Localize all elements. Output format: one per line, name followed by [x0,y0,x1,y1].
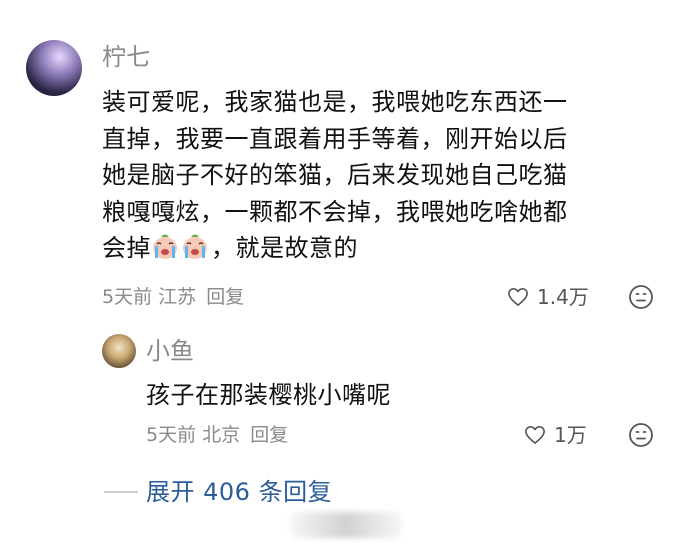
reply-time: 5天前 [146,424,197,446]
comment-line-suffix: ，就是故意的 [211,234,358,262]
reply-reply-button[interactable]: 回复 [250,424,288,446]
crying-face-emoji-icon [153,234,177,259]
crying-face-emoji-icon [183,234,207,259]
expand-replies-label: 展开 406 条回复 [146,478,333,506]
comment-location: 江苏 [158,286,197,308]
reply-like-button[interactable]: 1万 [524,423,587,447]
comment-line-last: 会掉 ，就是故意的 [102,230,662,267]
comment-line: 装可爱呢，我家猫也是，我喂她吃东西还一 [102,88,568,116]
emoji-reaction-icon[interactable] [628,284,654,310]
like-button[interactable]: 1.4万 [507,285,589,309]
avatar[interactable] [26,40,82,96]
reply-button[interactable]: 回复 [206,286,244,308]
comment-line-prefix: 会掉 [102,234,151,262]
comment-line: 她是脑子不好的笨猫，后来发现她自己吃猫 [102,161,568,189]
comment-time: 5天前 [102,286,153,308]
like-count: 1.4万 [537,285,589,309]
comment-meta: 5天前 江苏 回复 [102,285,244,309]
reply-like-count: 1万 [554,423,587,447]
expand-replies-button[interactable]: 展开 406 条回复 [104,476,332,508]
watermark [290,512,402,538]
reply-username[interactable]: 小鱼 [146,336,194,366]
expand-divider [104,491,138,493]
reply-location: 北京 [202,424,241,446]
emoji-reaction-icon[interactable] [628,422,654,448]
heart-icon [508,288,528,306]
heart-icon [525,426,545,444]
reply-meta: 5天前 北京 回复 [146,423,288,447]
comment-line: 粮嘎嘎炫，一颗都不会掉，我喂她吃啥她都 [102,197,568,226]
reply-text: 孩子在那装樱桃小嘴呢 [146,381,391,409]
reply-avatar[interactable] [102,334,136,368]
comment-username[interactable]: 柠七 [102,42,150,72]
comment-text: 装可爱呢，我家猫也是，我喂她吃东西还一 直掉，我要一直跟着用手等着，刚开始以后 … [102,84,662,267]
comment-line: 直掉，我要一直跟着用手等着，刚开始以后 [102,124,568,153]
